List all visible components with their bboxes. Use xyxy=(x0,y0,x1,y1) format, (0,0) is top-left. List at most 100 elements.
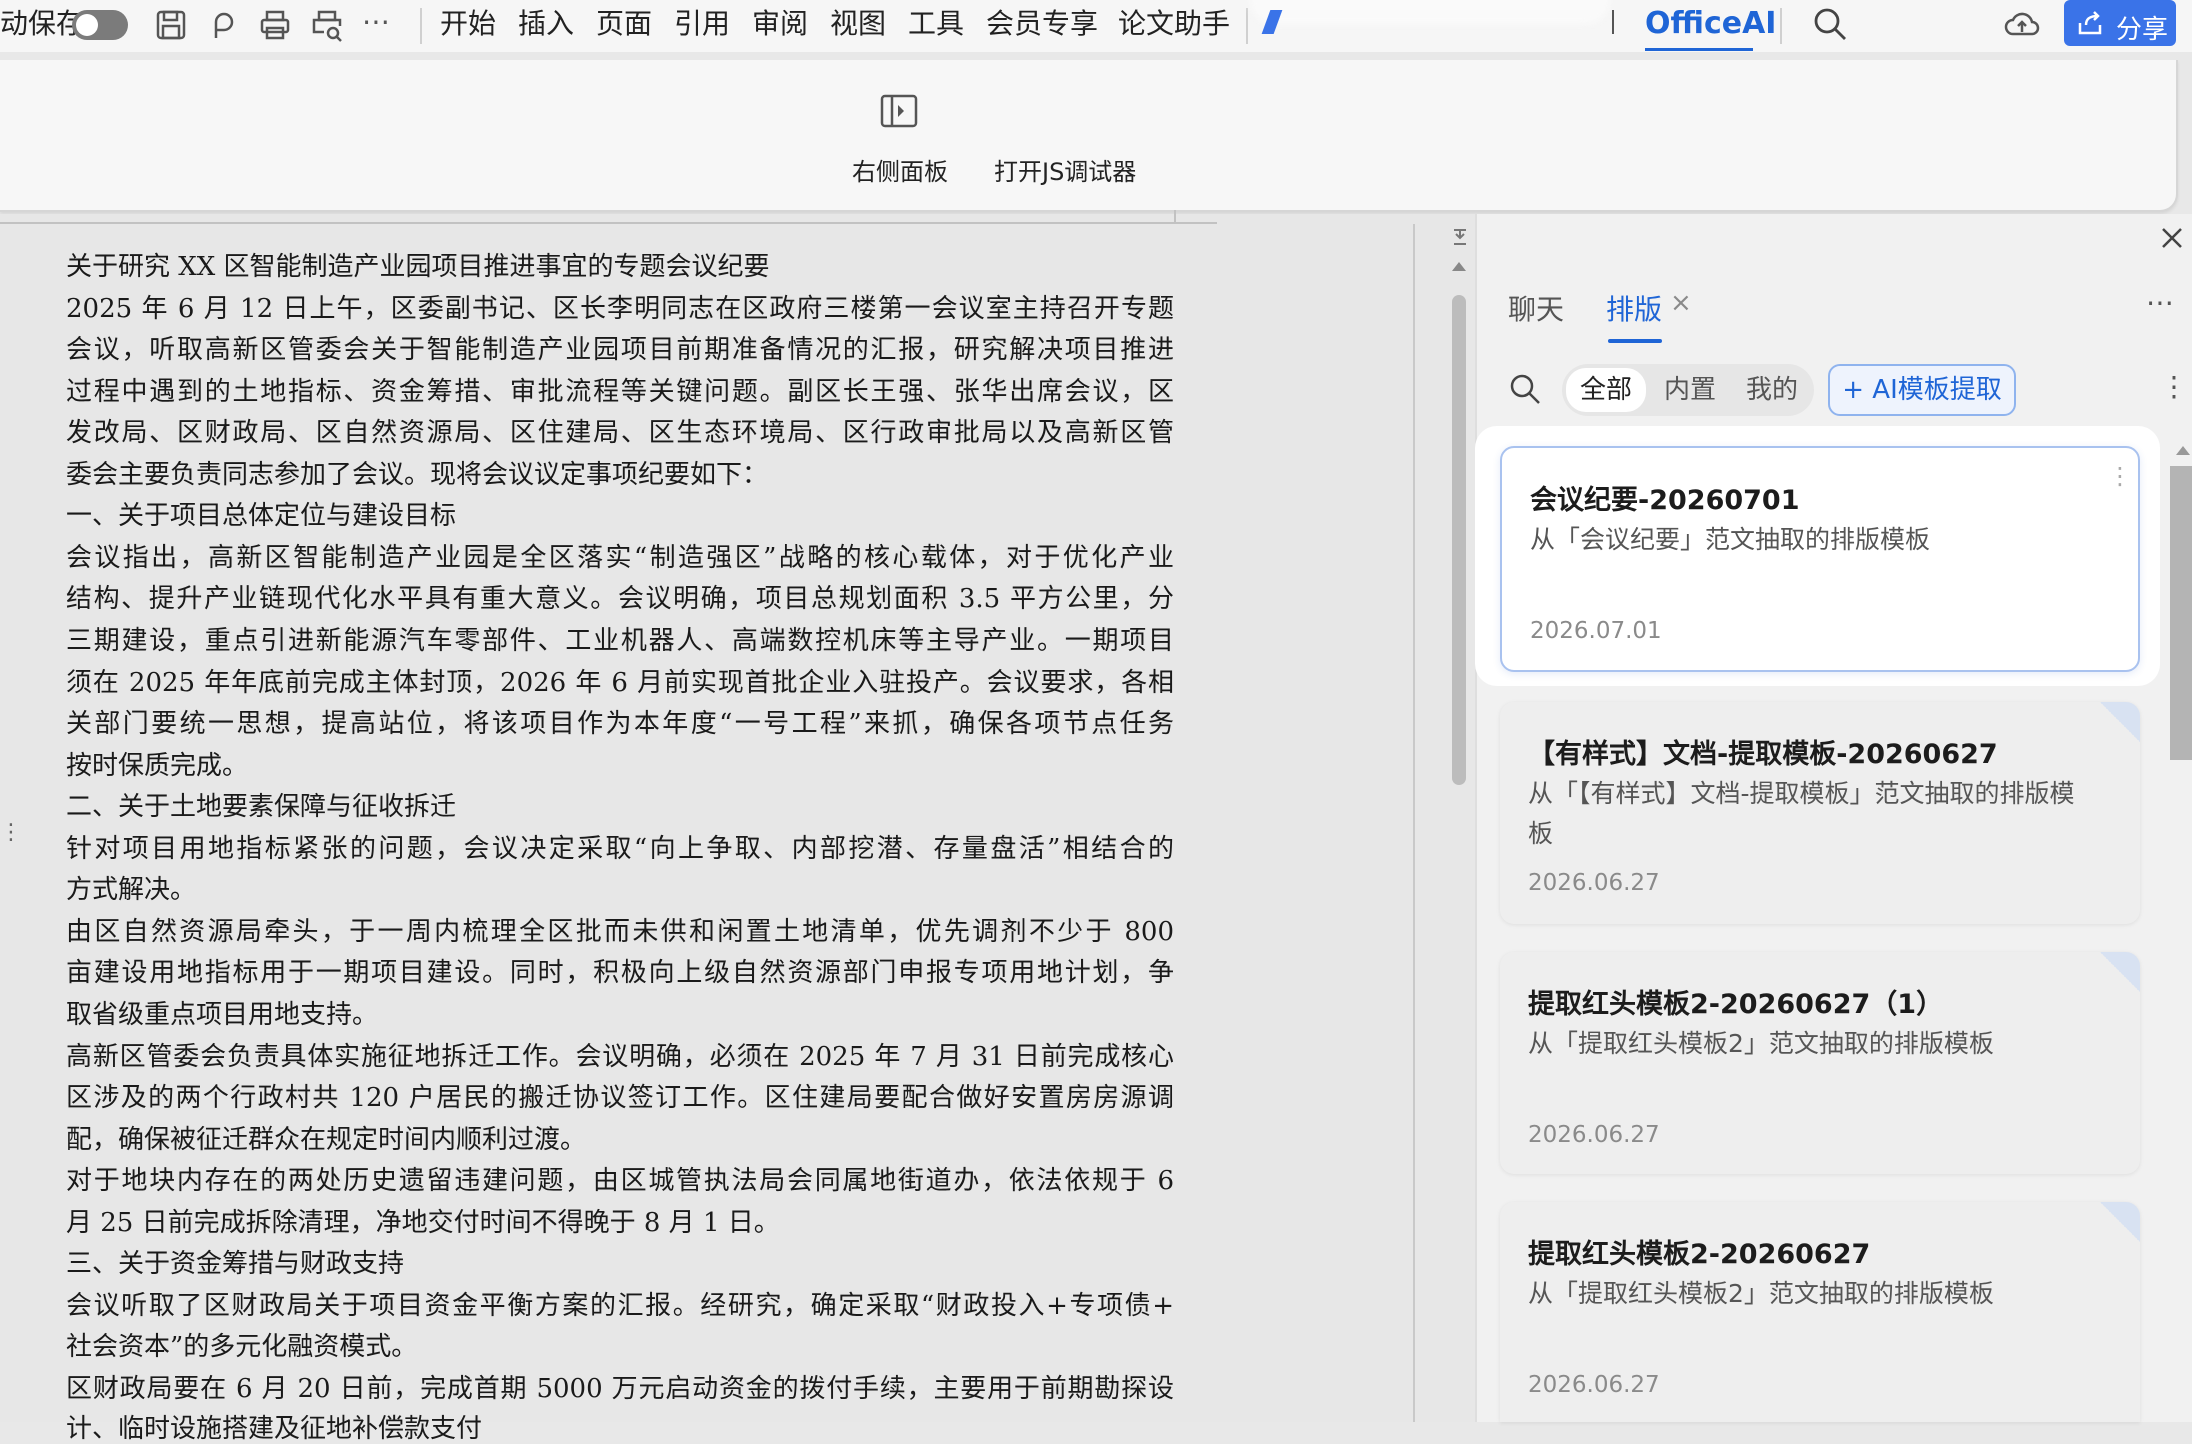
toolbar-divider xyxy=(1246,8,1248,44)
document-scrollbar-thumb[interactable] xyxy=(1452,295,1466,785)
doc-line: 会议，听取高新区管委会关于智能制造产业园项目前期准备情况的汇报，研究解决项目推进 xyxy=(66,335,1174,365)
filter-more-icon[interactable]: ⋮ xyxy=(2160,370,2188,403)
card-menu-icon[interactable]: ⋮ xyxy=(2108,462,2132,490)
filter-builtin[interactable]: 内置 xyxy=(1650,368,1730,412)
menu-tools[interactable]: 工具 xyxy=(908,10,964,38)
cloud-upload-icon[interactable] xyxy=(2004,8,2040,40)
doc-line: 关部门要统一思想，提高站位，将该项目作为本年度“一号工程”来抓，确保各项节点任务 xyxy=(66,709,1174,739)
officeai-tab-underline xyxy=(1645,48,1753,51)
ai-template-extract-button[interactable]: + AI模板提取 xyxy=(1828,364,2016,416)
more-icon[interactable]: ⋯ xyxy=(362,8,392,36)
template-card-date: 2026.06.27 xyxy=(1528,870,1660,896)
tab-format[interactable]: 排版 xyxy=(1606,288,1662,328)
card-corner-decoration xyxy=(2100,952,2140,992)
doc-line: 方式解决。 xyxy=(66,875,197,905)
doc-line: 高新区管委会负责具体实施征地拆迁工作。会议明确，必须在 2025 年 7 月 3… xyxy=(66,1042,1174,1072)
menu-view[interactable]: 视图 xyxy=(830,10,886,38)
template-card[interactable]: 提取红头模板2-20260627（1） 从「提取红头模板2」范文抽取的排版模板 … xyxy=(1500,952,2140,1174)
right-panel-icon[interactable] xyxy=(880,94,918,128)
template-card-description: 从「【有样式】文档-提取模板」范文抽取的排版模板 xyxy=(1528,779,2075,848)
menu-member[interactable]: 会员专享 xyxy=(986,10,1098,38)
doc-line: 对于地块内存在的两处历史遗留违建问题，由区城管执法局会同属地街道办，依法依规于 … xyxy=(66,1166,1174,1196)
menu-insert[interactable]: 插入 xyxy=(518,10,574,38)
crop-mark xyxy=(1174,210,1176,224)
share-button[interactable]: 分享 xyxy=(2064,0,2176,46)
toolbar-divider xyxy=(420,8,422,44)
template-filter-segment: 全部 内置 我的 xyxy=(1562,364,1814,416)
template-card[interactable]: 提取红头模板2-20260627 从「提取红头模板2」范文抽取的排版模板 202… xyxy=(1500,1202,2140,1422)
doc-line: 社会资本”的多元化融资模式。 xyxy=(66,1332,418,1362)
share-icon xyxy=(2078,11,2102,35)
separator-mark xyxy=(1612,10,1614,34)
close-tab-icon[interactable]: × xyxy=(1670,288,1692,318)
title-toolbar: 动保存 ⋯ 开始 插入 页面 引用 审阅 视图 工具 会员专享 论文助手 Off… xyxy=(0,0,2192,52)
ribbon-panel: 右侧面板 打开JS调试器 xyxy=(0,60,2178,212)
menu-page[interactable]: 页面 xyxy=(596,10,652,38)
template-card-date: 2026.06.27 xyxy=(1528,1122,1660,1148)
template-card-title: 【有样式】文档-提取模板-20260627 xyxy=(1528,739,1998,770)
redacted-area xyxy=(1250,0,1610,24)
split-view-icon[interactable] xyxy=(1452,228,1468,250)
tab-chat[interactable]: 聊天 xyxy=(1508,288,1564,328)
template-card-description: 从「提取红头模板2」范文抽取的排版模板 xyxy=(1528,1029,1994,1058)
doc-line: 结构、提升产业链现代化水平具有重大意义。会议明确，项目总规划面积 3.5 平方公… xyxy=(66,584,1174,614)
doc-line: 区财政局要在 6 月 20 日前，完成首期 5000 万元启动资金的拨付手续，主… xyxy=(66,1374,1174,1404)
toolbar-divider xyxy=(1780,8,1782,44)
filter-all[interactable]: 全部 xyxy=(1566,368,1646,412)
panel-scroll-up-icon[interactable] xyxy=(2176,446,2190,455)
doc-line: 区涉及的两个行政村共 120 户居民的搬迁协议签订工作。区住建局要配合做好安置房… xyxy=(66,1083,1174,1113)
doc-heading: 一、关于项目总体定位与建设目标 xyxy=(66,501,457,531)
template-card[interactable]: 会议纪要-20260701 从「会议纪要」范文抽取的排版模板 2026.07.0… xyxy=(1500,446,2140,672)
panel-scrollbar-thumb[interactable] xyxy=(2170,466,2192,760)
open-js-debugger-button[interactable]: 打开JS调试器 xyxy=(994,152,1136,187)
doc-line: 会议指出，高新区智能制造产业园是全区落实“制造强区”战略的核心载体，对于优化产业 xyxy=(66,543,1174,573)
close-panel-icon[interactable] xyxy=(2160,226,2184,254)
doc-line: 计、临时设施搭建及征地补偿款支付 xyxy=(66,1414,483,1444)
template-search-icon[interactable] xyxy=(1508,372,1542,410)
search-icon[interactable] xyxy=(1812,6,1848,42)
doc-line: 月 25 日前完成拆除清理，净地交付时间不得晚于 8 月 1 日。 xyxy=(66,1208,780,1238)
doc-line: 三期建设，重点引进新能源汽车零部件、工业机器人、高端数控机床等主导产业。一期项目 xyxy=(66,626,1174,656)
template-card-description: 从「提取红头模板2」范文抽取的排版模板 xyxy=(1528,1279,1994,1308)
template-card-date: 2026.06.27 xyxy=(1528,1372,1660,1398)
active-tab-underline xyxy=(1608,339,1662,343)
autosave-toggle[interactable] xyxy=(72,10,128,40)
template-card[interactable]: 【有样式】文档-提取模板-20260627 从「【有样式】文档-提取模板」范文抽… xyxy=(1500,702,2140,924)
panel-more-icon[interactable]: ⋯ xyxy=(2146,286,2175,319)
format-painter-icon[interactable] xyxy=(206,8,240,42)
doc-line: 会议听取了区财政局关于项目资金平衡方案的汇报。经研究，确定采取“财政投入+专项债… xyxy=(66,1291,1174,1321)
card-corner-decoration xyxy=(2100,702,2140,742)
share-label: 分享 xyxy=(2116,15,2169,45)
doc-line: 须在 2025 年年底前完成主体封顶，2026 年 6 月前实现首批企业入驻投产… xyxy=(66,668,1174,698)
doc-line: 取省级重点项目用地支持。 xyxy=(66,1000,379,1030)
menu-home[interactable]: 开始 xyxy=(440,10,496,38)
scroll-up-arrow-icon[interactable] xyxy=(1452,262,1466,271)
menu-review[interactable]: 审阅 xyxy=(752,10,808,38)
template-card-date: 2026.07.01 xyxy=(1530,618,1662,644)
doc-line: 2025 年 6 月 12 日上午，区委副书记、区长李明同志在区政府三楼第一会议… xyxy=(66,294,1174,324)
doc-line: 发改局、区财政局、区自然资源局、区住建局、区生态环境局、区行政审批局以及高新区管 xyxy=(66,418,1174,448)
menu-thesis-assistant[interactable]: 论文助手 xyxy=(1118,10,1230,38)
template-card-title: 提取红头模板2-20260627（1） xyxy=(1528,989,1944,1020)
filter-mine[interactable]: 我的 xyxy=(1732,368,1812,412)
right-panel-button[interactable]: 右侧面板 xyxy=(852,152,948,187)
officeai-tab[interactable]: OfficeAI xyxy=(1645,6,1776,41)
menu-references[interactable]: 引用 xyxy=(674,10,730,38)
doc-line: 按时保质完成。 xyxy=(66,751,249,781)
card-corner-decoration xyxy=(2100,1202,2140,1242)
document-page[interactable]: 关于研究 XX 区智能制造产业园项目推进事宜的专题会议纪要 2025 年 6 月… xyxy=(0,224,1415,1442)
doc-heading: 二、关于土地要素保障与征收拆迁 xyxy=(66,792,457,822)
doc-line: 针对项目用地指标紧张的问题，会议决定采取“向上争取、内部挖潜、存量盘活”相结合的 xyxy=(66,834,1174,864)
template-card-title: 会议纪要-20260701 xyxy=(1530,485,1800,516)
doc-line: 委会主要负责同志参加了会议。现将会议议定事项纪要如下： xyxy=(66,460,769,490)
doc-heading: 三、关于资金筹措与财政支持 xyxy=(66,1249,405,1279)
print-preview-icon[interactable] xyxy=(310,8,344,42)
doc-line: 亩建设用地指标用于一期项目建设。同时，积极向上级自然资源部门申报专项用地计划，争 xyxy=(66,958,1174,988)
template-card-title: 提取红头模板2-20260627 xyxy=(1528,1239,1871,1270)
drag-handle-icon[interactable]: ⋮ xyxy=(0,820,22,845)
print-icon[interactable] xyxy=(258,8,292,42)
doc-line: 配，确保被征迁群众在规定时间内顺利过渡。 xyxy=(66,1125,587,1155)
doc-line: 过程中遇到的土地指标、资金筹措、审批流程等关键问题。副区长王强、张华出席会议，区 xyxy=(66,377,1174,407)
save-icon[interactable] xyxy=(154,8,188,42)
doc-title: 关于研究 XX 区智能制造产业园项目推进事宜的专题会议纪要 xyxy=(66,252,770,282)
